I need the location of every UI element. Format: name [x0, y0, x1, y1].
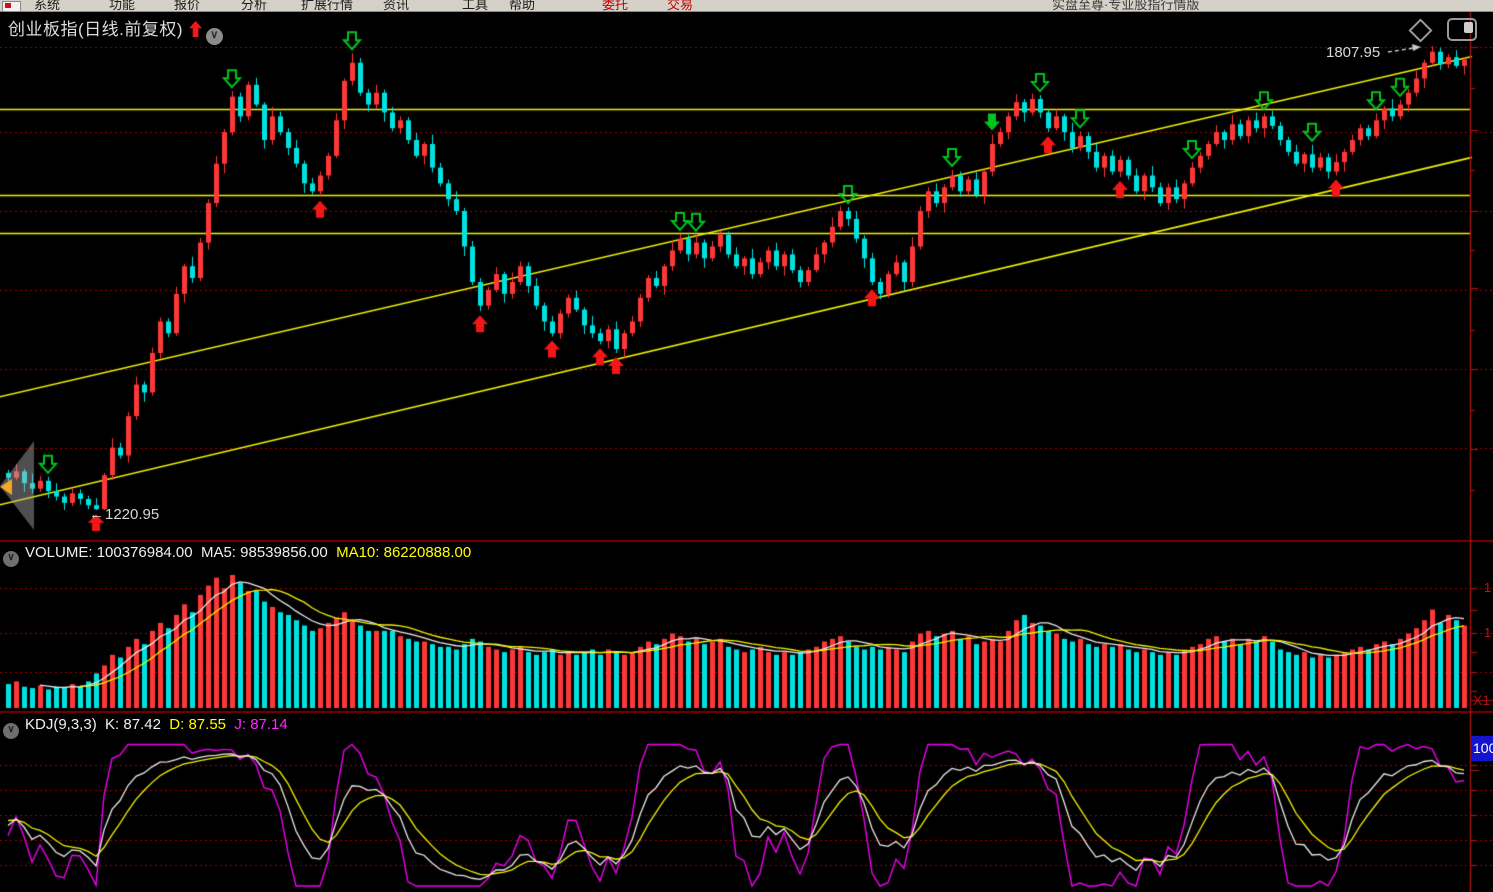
kdj-k-value: 87.42	[123, 716, 161, 733]
menu-item-news[interactable]: 资讯	[383, 0, 409, 12]
kdj-scale-badge: 100	[1471, 736, 1493, 761]
volume-axis-label-top: 1	[1484, 580, 1491, 595]
volume-ma5-value: 98539856.00	[240, 544, 328, 561]
menu-item-analysis[interactable]: 分析	[241, 0, 267, 12]
top-menu-bar: 系统 功能 报价 分析 扩展行情 资讯 工具 帮助 委托 交易 实盘至尊·专业股…	[0, 0, 1493, 12]
kdj-k-label: K:	[105, 716, 119, 733]
volume-label: VOLUME:	[25, 544, 93, 561]
kdj-label: KDJ(9,3,3)	[25, 716, 97, 733]
menu-item-quote[interactable]: 报价	[174, 0, 200, 12]
low-price-label: ←1220.95	[89, 506, 159, 523]
kdj-collapse-icon[interactable]: ∨	[3, 723, 19, 739]
kdj-j-value: 87.14	[250, 716, 288, 733]
symbol-title: 创业板指(日线.前复权)	[8, 20, 183, 39]
chart-title-row: 创业板指(日线.前复权) ∨	[8, 15, 223, 45]
collapse-chevron-icon[interactable]: ∨	[206, 28, 223, 45]
volume-ma10-label: MA10:	[336, 544, 379, 561]
menu-item-tools[interactable]: 工具	[462, 0, 488, 12]
kdj-panel-header: ∨ KDJ(9,3,3) K: 87.42 D: 87.55 J: 87.14	[3, 716, 288, 739]
volume-scale-multiplier: X1	[1473, 692, 1490, 708]
low-price-value: 1220.95	[105, 506, 159, 523]
trading-app-window: { "topbar": { "menu": ["系统","功能","报价","分…	[0, 0, 1493, 892]
menu-item-function[interactable]: 功能	[109, 0, 135, 12]
volume-ma5-label: MA5:	[201, 544, 236, 561]
app-logo-icon[interactable]	[2, 1, 21, 12]
trend-up-arrow-icon	[189, 21, 202, 37]
kdj-d-value: 87.55	[188, 716, 226, 733]
volume-value: 100376984.00	[97, 544, 193, 561]
kdj-j-label: J:	[234, 716, 246, 733]
menu-item-help[interactable]: 帮助	[509, 0, 535, 12]
menu-item-trade[interactable]: 交易	[667, 0, 693, 12]
left-arrow-icon: ←	[89, 506, 104, 523]
broker-slogan-text: 实盘至尊·专业股指行情版	[1052, 0, 1199, 12]
last-price-label: 1807.95	[1326, 44, 1380, 61]
volume-collapse-icon[interactable]: ∨	[3, 551, 19, 567]
volume-axis-label-mid: 1	[1484, 625, 1491, 640]
volume-ma10-value: 86220888.00	[384, 544, 472, 561]
volume-panel-header: ∨ VOLUME: 100376984.00 MA5: 98539856.00 M…	[3, 544, 471, 567]
menu-item-extended-quote[interactable]: 扩展行情	[301, 0, 353, 12]
split-window-icon[interactable]	[1447, 18, 1477, 41]
main-chart-canvas[interactable]	[0, 0, 1493, 892]
menu-item-system[interactable]: 系统	[34, 0, 60, 12]
kdj-d-label: D:	[169, 716, 184, 733]
menu-item-order[interactable]: 委托	[602, 0, 628, 12]
